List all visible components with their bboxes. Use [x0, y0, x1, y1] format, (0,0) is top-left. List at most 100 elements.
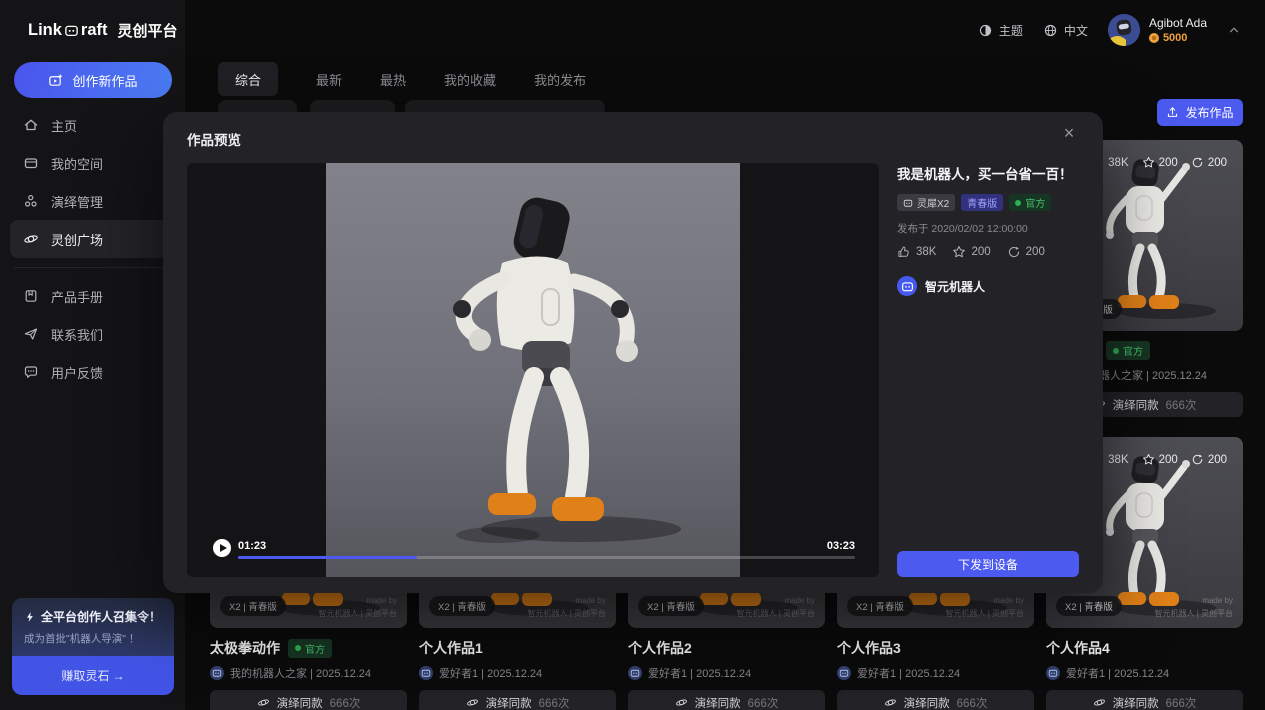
app-root: Link raft 灵创平台 创作新作品 主页 [0, 0, 1265, 710]
tab-comprehensive[interactable]: 综合 [218, 62, 278, 96]
language-label: 中文 [1064, 22, 1088, 39]
planet-icon [884, 696, 897, 709]
remix-label: 演绎同款 [904, 695, 950, 710]
remix-label: 演绎同款 [1113, 695, 1159, 710]
remix-label: 演绎同款 [695, 695, 741, 710]
author-date-text: 爱好者1 | 2025.12.24 [648, 665, 751, 681]
card-title-row: 个人作品3 [837, 638, 1034, 658]
author-avatar [897, 276, 917, 296]
earn-gems-button[interactable]: 赚取灵石 → [12, 656, 174, 695]
brand-logo: Link raft 灵创平台 [28, 20, 178, 41]
tab-my-favorites[interactable]: 我的收藏 [444, 70, 496, 89]
tab-newest[interactable]: 最新 [316, 70, 342, 89]
remix-count: 666次 [957, 695, 988, 710]
author-name: 智元机器人 [925, 278, 985, 295]
author-date-text: 爱好者1 | 2025.12.24 [1066, 665, 1169, 681]
creator-recruitment-card: 全平台创作人召集令！ 成为首批"机器人导演" ！ 赚取灵石 → [12, 598, 174, 695]
star-icon [952, 245, 966, 259]
robot-face-icon [1048, 668, 1058, 678]
model-tag: X2 | 青春版 [220, 596, 286, 616]
theme-toggle[interactable]: 主题 [978, 22, 1023, 39]
author-avatar [628, 666, 642, 680]
sidebar-item-lingchuang-plaza[interactable]: 灵创广场 [10, 220, 175, 258]
upload-icon [1166, 106, 1179, 119]
sidebar-item-performance-management[interactable]: 演绎管理 [10, 182, 175, 220]
remix-count: 666次 [539, 695, 570, 710]
globe-icon [1043, 23, 1058, 38]
remix-button[interactable]: 演绎同款 666次 [628, 690, 825, 710]
remix-button[interactable]: 演绎同款 666次 [1046, 690, 1243, 710]
folder-icon [23, 155, 39, 171]
stars-stat: 200 [1142, 156, 1178, 169]
remix-button[interactable]: 演绎同款 666次 [419, 690, 616, 710]
work-detail-panel: 我是机器人，买一台省一百！ 灵犀X2 青春版 官方 发布于 2020/02/02… [897, 163, 1079, 577]
sidebar-item-user-feedback[interactable]: 用户反馈 [10, 353, 175, 391]
play-button[interactable] [213, 539, 231, 557]
official-badge: 官方 [1106, 341, 1150, 360]
publish-work-button[interactable]: 发布作品 [1157, 99, 1243, 126]
user-avatar[interactable] [1108, 14, 1140, 46]
card-title: 个人作品4 [1046, 638, 1110, 658]
brand-logo-part2: raft [81, 21, 108, 40]
user-menu[interactable]: Agibot Ada 5000 [1108, 14, 1207, 46]
thumb-stats: 38K 200 200 [1091, 156, 1227, 169]
chat-bubble-icon [23, 364, 39, 380]
star-button[interactable]: 200 [952, 245, 990, 259]
modal-title: 作品预览 [187, 129, 241, 149]
avatar-image [1108, 14, 1140, 46]
total-time: 03:23 [827, 540, 855, 552]
card-title-row: 个人作品2 [628, 638, 825, 658]
planet-icon [466, 696, 479, 709]
card-author-row: 我的机器人之家 | 2025.12.24 [210, 665, 407, 681]
remix-button[interactable]: 演绎同款 666次 [837, 690, 1034, 710]
like-button[interactable]: 38K [897, 245, 936, 259]
author-date-text: 爱好者1 | 2025.12.24 [857, 665, 960, 681]
sidebar-nav: 主页 我的空间 演绎管理 灵创广场 [10, 106, 175, 391]
language-switcher[interactable]: 中文 [1043, 22, 1088, 39]
coin-amount: 5000 [1163, 32, 1187, 44]
video-player[interactable]: 01:23 03:23 [187, 163, 879, 577]
sidebar-item-product-manual[interactable]: 产品手册 [10, 277, 175, 315]
work-stats: 38K 200 200 [897, 245, 1079, 259]
card-title-row: 个人作品4 [1046, 638, 1243, 658]
author-row[interactable]: 智元机器人 [897, 276, 1079, 296]
sidebar-item-label: 产品手册 [51, 287, 103, 306]
sidebar-item-label: 演绎管理 [51, 192, 103, 211]
robot-face-icon [421, 668, 431, 678]
share-button[interactable]: 200 [1007, 245, 1045, 259]
remix-button[interactable]: 演绎同款 666次 [210, 690, 407, 710]
edition-tag: 青春版 [961, 194, 1003, 211]
model-tag: X2 | 青春版 [847, 596, 913, 616]
robot-face-icon [630, 668, 640, 678]
current-time: 01:23 [238, 540, 266, 552]
model-tag: X2 | 青春版 [429, 596, 495, 616]
author-avatar [1046, 666, 1060, 680]
sidebar-item-home[interactable]: 主页 [10, 106, 175, 144]
nodes-icon [23, 193, 39, 209]
official-dot-icon [295, 645, 301, 651]
author-avatar [210, 666, 224, 680]
sidebar-item-my-space[interactable]: 我的空间 [10, 144, 175, 182]
robot-video-image [326, 163, 740, 577]
thumbs-up-icon [897, 245, 911, 259]
progress-bar[interactable] [238, 556, 855, 559]
author-avatar [837, 666, 851, 680]
progress-fill [238, 556, 417, 559]
card-title-row: 太极拳动作 官方 [210, 638, 407, 658]
close-icon[interactable]: × [1059, 123, 1079, 143]
tab-hottest[interactable]: 最热 [380, 70, 406, 89]
planet-icon [675, 696, 688, 709]
sidebar-item-contact-us[interactable]: 联系我们 [10, 315, 175, 353]
send-to-device-button[interactable]: 下发到设备 [897, 551, 1079, 577]
coin-icon [1149, 33, 1159, 43]
coin-balance: 5000 [1149, 32, 1207, 44]
book-icon [23, 288, 39, 304]
work-preview-modal: 作品预览 × 01:23 03:23 我是机器人，买一台省一百！ 灵犀X2 青春… [163, 112, 1103, 593]
create-new-work-button[interactable]: 创作新作品 [14, 62, 172, 98]
shares-stat: 200 [1191, 156, 1227, 169]
tab-my-posts[interactable]: 我的发布 [534, 70, 586, 89]
sidebar-item-label: 用户反馈 [51, 363, 103, 382]
chevron-up-icon[interactable] [1227, 23, 1241, 37]
remix-count: 666次 [330, 695, 361, 710]
sidebar-item-label: 灵创广场 [51, 230, 103, 249]
